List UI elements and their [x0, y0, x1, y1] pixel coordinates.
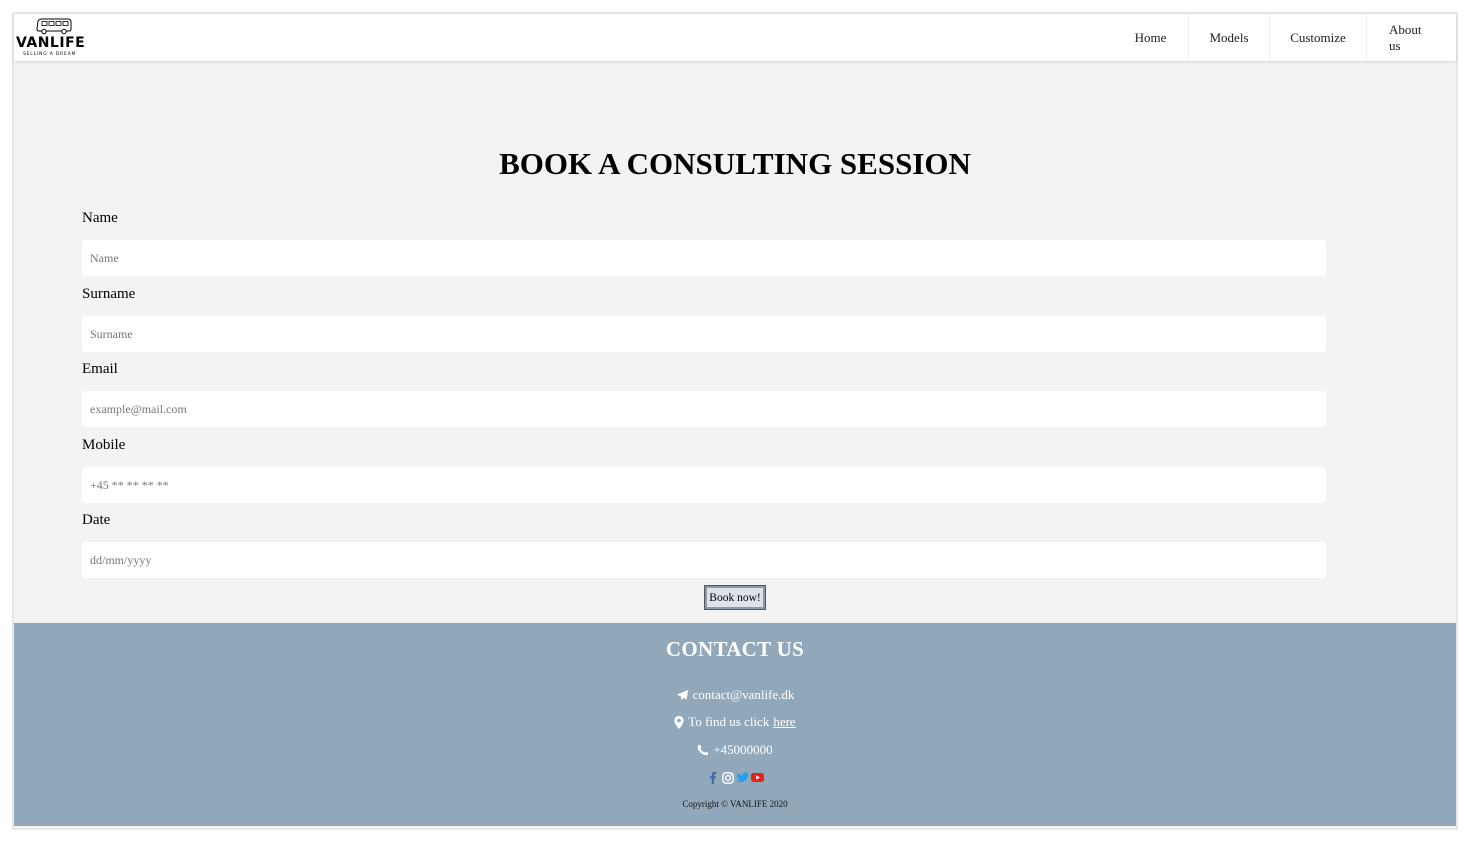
email-field[interactable]	[82, 391, 1326, 427]
mobile-label: Mobile	[82, 437, 126, 453]
footer: CONTACT US contact@vanlife.dk To find us…	[14, 623, 1456, 826]
contact-email[interactable]: contact@vanlife.dk	[693, 687, 795, 703]
social-links	[14, 771, 1456, 784]
mobile-field[interactable]	[82, 467, 1326, 503]
book-now-button[interactable]: Book now!	[704, 585, 766, 610]
contact-email-line: contact@vanlife.dk	[14, 687, 1456, 703]
date-field[interactable]	[82, 542, 1326, 578]
facebook-icon[interactable]	[706, 771, 719, 784]
find-us-text: To find us click	[688, 714, 770, 729]
phone-line: +45000000	[14, 742, 1456, 758]
find-us-link[interactable]: here	[773, 714, 795, 730]
phone-number[interactable]: +45000000	[713, 742, 772, 758]
nav-item-home[interactable]: Home	[1113, 14, 1188, 61]
youtube-icon[interactable]	[751, 771, 764, 784]
date-label: Date	[82, 512, 111, 528]
footer-title: CONTACT US	[665, 637, 805, 661]
nav-item-customize[interactable]: Customize	[1269, 14, 1366, 61]
name-field[interactable]	[82, 240, 1326, 276]
email-label: Email	[82, 361, 118, 377]
find-us-line: To find us click here	[14, 714, 1456, 730]
logo[interactable]: VANLIFE SELLING A DREAM	[16, 16, 92, 60]
copyright: Copyright © VANLIFE 2020	[682, 799, 788, 809]
page-frame: VANLIFE SELLING A DREAM Home Models Cust…	[12, 12, 1458, 830]
phone-icon	[698, 744, 709, 756]
name-label: Name	[82, 210, 118, 226]
page-title: BOOK A CONSULTING SESSION	[499, 146, 971, 181]
nav-item-about-us[interactable]: About us	[1366, 14, 1456, 61]
surname-field[interactable]	[82, 316, 1326, 352]
nav-item-models[interactable]: Models	[1188, 14, 1269, 61]
nav-menu: Home Models Customize About us	[1113, 14, 1456, 61]
paper-plane-icon	[676, 689, 688, 700]
navbar: VANLIFE SELLING A DREAM Home Models Cust…	[14, 14, 1456, 61]
van-icon	[36, 18, 72, 34]
instagram-icon[interactable]	[721, 771, 734, 784]
map-marker-icon	[674, 715, 684, 729]
twitter-icon[interactable]	[736, 771, 749, 784]
logo-tagline: SELLING A DREAM	[23, 51, 77, 57]
logo-text: VANLIFE	[16, 34, 86, 51]
surname-label: Surname	[82, 286, 136, 302]
